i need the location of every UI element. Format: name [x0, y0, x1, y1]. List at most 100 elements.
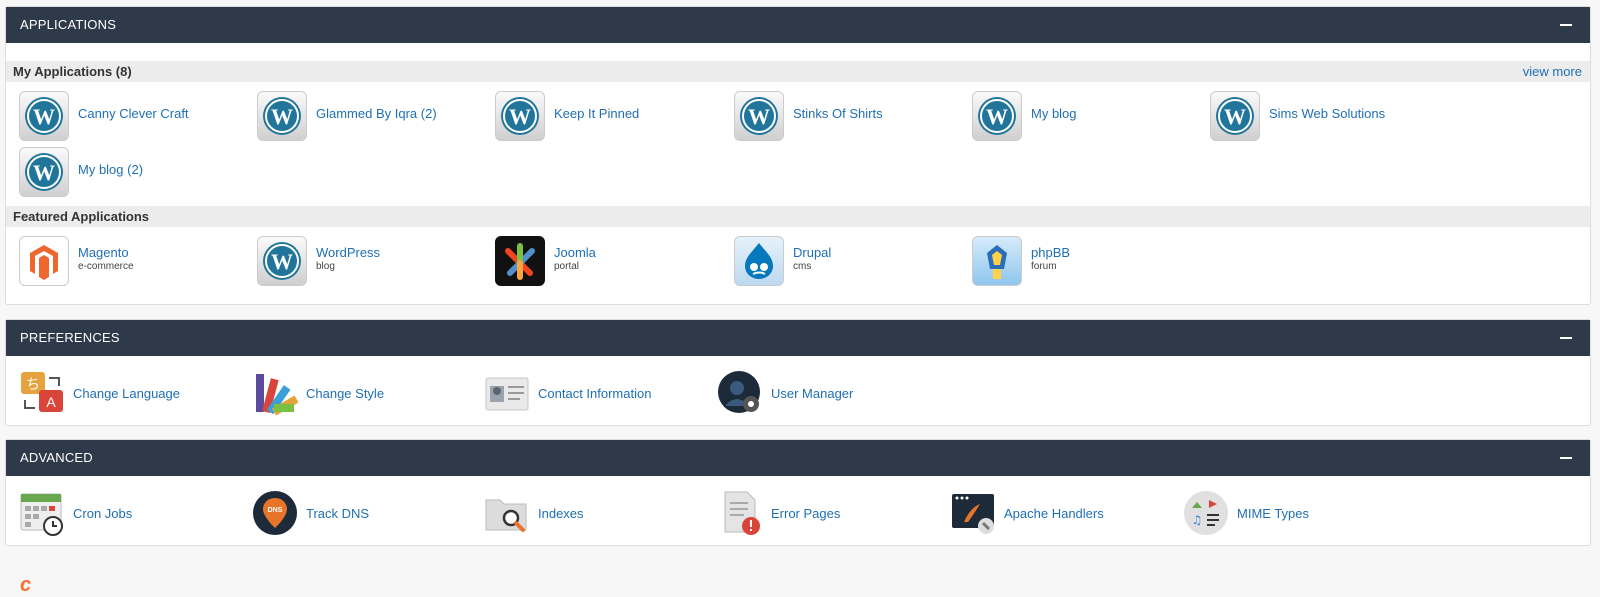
svg-text:W: W: [509, 104, 531, 129]
svg-text:W: W: [1224, 104, 1246, 129]
change-language-item[interactable]: ちA Change Language: [19, 370, 239, 418]
tool-label[interactable]: Apache Handlers: [1004, 506, 1104, 521]
language-icon: ちA: [19, 370, 65, 416]
track-dns-item[interactable]: DNS Track DNS: [252, 490, 472, 538]
advanced-panel: ADVANCED Cron Jobs DNS Track DNS Indexes…: [5, 439, 1591, 546]
app-category: e-commerce: [78, 261, 134, 272]
app-category: blog: [316, 261, 335, 272]
joomla-icon: [495, 236, 545, 286]
app-label[interactable]: Glammed By Iqra (2): [316, 106, 437, 121]
svg-text:A: A: [46, 394, 56, 410]
tool-label[interactable]: Indexes: [538, 506, 584, 521]
applications-panel: APPLICATIONS My Applications (8) view mo…: [5, 6, 1591, 305]
applications-title: APPLICATIONS: [20, 17, 117, 32]
folder-search-icon: [484, 490, 530, 536]
advanced-header[interactable]: ADVANCED: [6, 440, 1590, 476]
app-label[interactable]: Keep It Pinned: [554, 106, 639, 121]
featured-applications-label: Featured Applications: [13, 209, 150, 224]
svg-text:♫: ♫: [1192, 513, 1203, 527]
app-label[interactable]: Magento: [78, 245, 129, 260]
wordpress-icon: W: [257, 236, 307, 286]
wordpress-icon: W: [734, 91, 784, 141]
svg-text:ち: ち: [26, 377, 40, 393]
advanced-title: ADVANCED: [20, 450, 93, 465]
user-manager-icon: [717, 370, 763, 416]
cron-jobs-item[interactable]: Cron Jobs: [19, 490, 239, 538]
phpbb-icon: [972, 236, 1022, 286]
app-label[interactable]: Drupal: [793, 245, 831, 260]
app-label[interactable]: phpBB: [1031, 245, 1070, 260]
tool-label[interactable]: Change Language: [73, 386, 180, 401]
drupal-icon: [734, 236, 784, 286]
my-applications-label: My Applications (8): [13, 64, 132, 79]
featured-app-phpbb[interactable]: phpBB forum: [972, 236, 1192, 288]
tool-label[interactable]: MIME Types: [1237, 506, 1309, 521]
preferences-header[interactable]: PREFERENCES: [6, 320, 1590, 356]
app-label[interactable]: WordPress: [316, 245, 380, 260]
contact-information-item[interactable]: Contact Information: [484, 370, 704, 418]
view-more-link[interactable]: view more: [1523, 61, 1582, 82]
my-app-item[interactable]: W Stinks Of Shirts: [734, 91, 954, 143]
mime-types-icon: ♫: [1183, 490, 1229, 536]
featured-app-magento[interactable]: Magento e-commerce: [19, 236, 239, 288]
collapse-icon[interactable]: [1560, 24, 1572, 26]
app-category: cms: [793, 261, 812, 272]
error-page-icon: [717, 490, 763, 536]
featured-applications-subheader: Featured Applications: [6, 206, 1590, 227]
svg-text:W: W: [271, 104, 293, 129]
app-label[interactable]: My blog (2): [78, 162, 143, 177]
svg-text:W: W: [271, 249, 293, 274]
wordpress-icon: W: [495, 91, 545, 141]
tool-label[interactable]: Change Style: [306, 386, 384, 401]
dns-pin-icon: DNS: [252, 490, 298, 536]
app-label[interactable]: Sims Web Solutions: [1269, 106, 1385, 121]
applications-header[interactable]: APPLICATIONS: [6, 7, 1590, 43]
cpanel-logo: c: [20, 574, 32, 596]
tool-label[interactable]: Track DNS: [306, 506, 369, 521]
svg-text:DNS: DNS: [268, 507, 283, 514]
wordpress-icon: W: [972, 91, 1022, 141]
tool-label[interactable]: Cron Jobs: [73, 506, 132, 521]
app-label[interactable]: Canny Clever Craft: [78, 106, 189, 121]
tool-label[interactable]: Contact Information: [538, 386, 651, 401]
wordpress-icon: W: [19, 91, 69, 141]
my-applications-subheader: My Applications (8) view more: [6, 61, 1590, 82]
my-app-item[interactable]: W My blog: [972, 91, 1192, 143]
app-category: forum: [1031, 261, 1057, 272]
tool-label[interactable]: User Manager: [771, 386, 853, 401]
preferences-panel: PREFERENCES ちA Change Language Change St…: [5, 319, 1591, 426]
change-style-item[interactable]: Change Style: [252, 370, 472, 418]
app-label[interactable]: My blog: [1031, 106, 1077, 121]
app-label[interactable]: Stinks Of Shirts: [793, 106, 883, 121]
my-app-item[interactable]: W Keep It Pinned: [495, 91, 715, 143]
calendar-clock-icon: [19, 490, 65, 536]
my-app-item[interactable]: W Canny Clever Craft: [19, 91, 239, 143]
contact-card-icon: [484, 370, 530, 416]
svg-text:W: W: [33, 160, 55, 185]
apache-handlers-item[interactable]: Apache Handlers: [950, 490, 1170, 538]
svg-text:W: W: [748, 104, 770, 129]
collapse-icon[interactable]: [1560, 337, 1572, 339]
featured-app-drupal[interactable]: Drupal cms: [734, 236, 954, 288]
collapse-icon[interactable]: [1560, 457, 1572, 459]
my-app-item[interactable]: W Sims Web Solutions: [1210, 91, 1430, 143]
app-category: portal: [554, 261, 580, 272]
mime-types-item[interactable]: ♫ MIME Types: [1183, 490, 1403, 538]
wordpress-icon: W: [1210, 91, 1260, 141]
featured-app-wordpress[interactable]: W WordPress blog: [257, 236, 477, 288]
app-label[interactable]: Joomla: [554, 245, 596, 260]
svg-text:W: W: [33, 104, 55, 129]
tool-label[interactable]: Error Pages: [771, 506, 840, 521]
user-manager-item[interactable]: User Manager: [717, 370, 937, 418]
my-app-item[interactable]: W My blog (2): [19, 147, 239, 199]
indexes-item[interactable]: Indexes: [484, 490, 704, 538]
svg-text:W: W: [986, 104, 1008, 129]
preferences-title: PREFERENCES: [20, 330, 120, 345]
featured-app-joomla[interactable]: Joomla portal: [495, 236, 715, 288]
wordpress-icon: W: [257, 91, 307, 141]
error-pages-item[interactable]: Error Pages: [717, 490, 937, 538]
wordpress-icon: W: [19, 147, 69, 197]
my-app-item[interactable]: W Glammed By Iqra (2): [257, 91, 477, 143]
color-palette-icon: [252, 370, 299, 416]
apache-handlers-icon: [950, 490, 996, 536]
